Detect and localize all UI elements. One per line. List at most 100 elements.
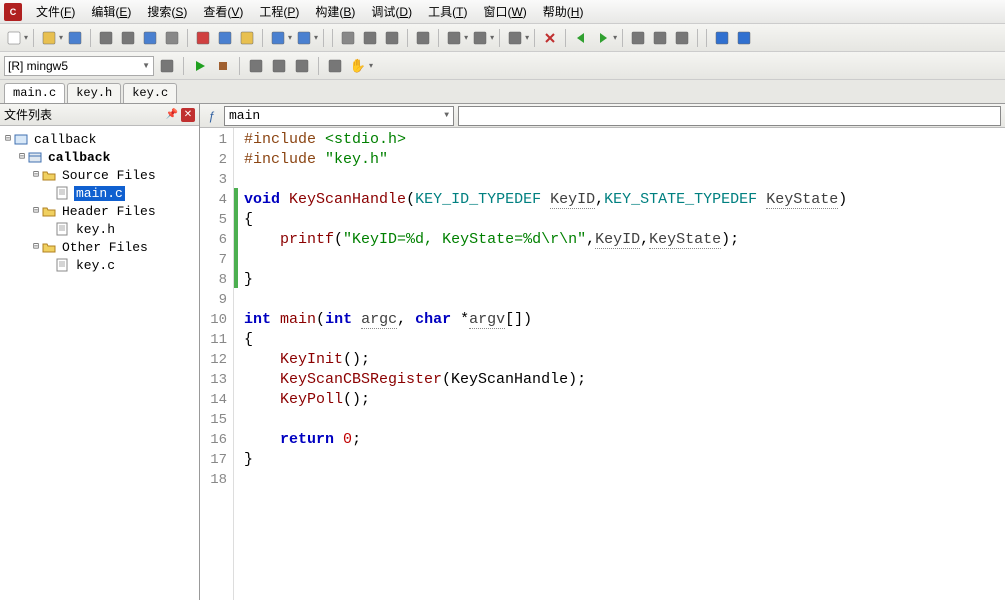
help-button[interactable] <box>712 28 732 48</box>
tree-node[interactable]: main.c <box>2 184 197 202</box>
print-button[interactable] <box>162 28 182 48</box>
find-prev-button[interactable] <box>360 28 380 48</box>
tree-label[interactable]: Source Files <box>60 168 158 183</box>
paste-button[interactable] <box>237 28 257 48</box>
replace-button[interactable] <box>444 28 464 48</box>
menu-t[interactable]: 工具(T) <box>420 0 475 23</box>
code-line[interactable]: { <box>244 330 999 350</box>
code-line[interactable] <box>244 410 999 430</box>
code-line[interactable]: } <box>244 450 999 470</box>
tree-label[interactable]: Other Files <box>60 240 150 255</box>
cancel-button[interactable] <box>540 28 560 48</box>
code-line[interactable] <box>244 170 999 190</box>
tree-toggle-icon[interactable]: ⊟ <box>30 205 42 217</box>
file-tree[interactable]: ⊟ callback ⊟ callback ⊟ Source Files main.c ⊟ He… <box>0 126 199 600</box>
info-button[interactable] <box>734 28 754 48</box>
pin-icon[interactable]: 📌 <box>165 108 179 122</box>
code-line[interactable]: int main(int argc, char *argv[]) <box>244 310 999 330</box>
dropdown-arrow-icon[interactable]: ▾ <box>288 33 292 42</box>
code-line[interactable]: KeyInit(); <box>244 350 999 370</box>
target-combo[interactable]: [R] mingw5 ▼ <box>4 56 154 76</box>
back-button[interactable] <box>571 28 591 48</box>
save-as-button[interactable] <box>118 28 138 48</box>
menu-e[interactable]: 编辑(E) <box>83 0 139 23</box>
find-next-button[interactable] <box>382 28 402 48</box>
dropdown-arrow-icon[interactable]: ▾ <box>490 33 494 42</box>
tree-label[interactable]: key.c <box>74 258 117 273</box>
save-button[interactable] <box>140 28 160 48</box>
tree-node[interactable]: ⊟ callback <box>2 148 197 166</box>
menu-b[interactable]: 构建(B) <box>307 0 363 23</box>
copy-button[interactable] <box>215 28 235 48</box>
code-line[interactable]: #include <stdio.h> <box>244 130 999 150</box>
tree-toggle-icon[interactable]: ⊟ <box>30 241 42 253</box>
redo-button[interactable] <box>294 28 314 48</box>
new-button[interactable] <box>4 28 24 48</box>
tree-node[interactable]: ⊟ Header Files <box>2 202 197 220</box>
code-line[interactable] <box>244 290 999 310</box>
open-button[interactable] <box>39 28 59 48</box>
code-line[interactable]: void KeyScanHandle(KEY_ID_TYPEDEF KeyID,… <box>244 190 999 210</box>
step-in-button[interactable] <box>505 28 525 48</box>
code-line[interactable]: } <box>244 270 999 290</box>
tree-toggle-icon[interactable]: ⊟ <box>30 169 42 181</box>
dropdown-arrow-icon[interactable]: ▾ <box>525 33 529 42</box>
find-button[interactable] <box>338 28 358 48</box>
bookmark-button[interactable] <box>628 28 648 48</box>
stop-button[interactable] <box>213 56 233 76</box>
code-line[interactable]: { <box>244 210 999 230</box>
refresh-button[interactable] <box>157 56 177 76</box>
code-area[interactable]: 123456789101112131415161718 #include <st… <box>200 128 1005 600</box>
menu-p[interactable]: 工程(P) <box>251 0 307 23</box>
step-over-button[interactable] <box>246 56 266 76</box>
code-line[interactable]: KeyPoll(); <box>244 390 999 410</box>
tree-node[interactable]: ⊟ Other Files <box>2 238 197 256</box>
step-out2-button[interactable] <box>292 56 312 76</box>
step-into-button[interactable] <box>269 56 289 76</box>
next-bm-button[interactable] <box>650 28 670 48</box>
file-tab[interactable]: key.h <box>67 83 121 103</box>
tree-node[interactable]: key.h <box>2 220 197 238</box>
save-all-button[interactable] <box>96 28 116 48</box>
editor-search-input[interactable] <box>458 106 1001 126</box>
tree-toggle-icon[interactable]: ⊟ <box>2 133 14 145</box>
tree-label[interactable]: callback <box>46 150 112 165</box>
tree-label[interactable]: key.h <box>74 222 117 237</box>
menu-v[interactable]: 查看(V) <box>195 0 251 23</box>
tree-label[interactable]: Header Files <box>60 204 158 219</box>
dropdown-arrow-icon[interactable]: ▾ <box>59 33 63 42</box>
menu-f[interactable]: 文件(F) <box>28 0 83 23</box>
code-line[interactable]: KeyScanCBSRegister(KeyScanHandle); <box>244 370 999 390</box>
tree-toggle-icon[interactable]: ⊟ <box>16 151 28 163</box>
undo-button[interactable] <box>268 28 288 48</box>
clear-bm-button[interactable] <box>672 28 692 48</box>
file-tab[interactable]: main.c <box>4 83 65 103</box>
dropdown-arrow-icon[interactable]: ▾ <box>464 33 468 42</box>
tree-label[interactable]: callback <box>32 132 98 147</box>
code-line[interactable] <box>244 250 999 270</box>
tree-node[interactable]: ⊟ Source Files <box>2 166 197 184</box>
dropdown-arrow-icon[interactable]: ▾ <box>24 33 28 42</box>
code-line[interactable] <box>244 470 999 490</box>
tree-node[interactable]: key.c <box>2 256 197 274</box>
code-line[interactable]: printf("KeyID=%d, KeyState=%d\r\n",KeyID… <box>244 230 999 250</box>
menu-w[interactable]: 窗口(W) <box>475 0 534 23</box>
save-button[interactable] <box>65 28 85 48</box>
fwd-button[interactable] <box>593 28 613 48</box>
function-dropdown[interactable]: main ▼ <box>224 106 454 126</box>
dropdown-arrow-icon[interactable]: ▾ <box>613 33 617 42</box>
file-tab[interactable]: key.c <box>123 83 177 103</box>
toggle-bp-button[interactable] <box>325 56 345 76</box>
cut-button[interactable] <box>193 28 213 48</box>
tree-label[interactable]: main.c <box>74 186 125 201</box>
dropdown-arrow-icon[interactable]: ▾ <box>369 61 373 70</box>
step-out-button[interactable] <box>470 28 490 48</box>
code-line[interactable]: return 0; <box>244 430 999 450</box>
find-in-files-button[interactable] <box>413 28 433 48</box>
dropdown-arrow-icon[interactable]: ▾ <box>314 33 318 42</box>
code-line[interactable]: #include "key.h" <box>244 150 999 170</box>
menu-d[interactable]: 调试(D) <box>363 0 420 23</box>
tree-node[interactable]: ⊟ callback <box>2 130 197 148</box>
close-icon[interactable]: ✕ <box>181 108 195 122</box>
run-button[interactable] <box>190 56 210 76</box>
